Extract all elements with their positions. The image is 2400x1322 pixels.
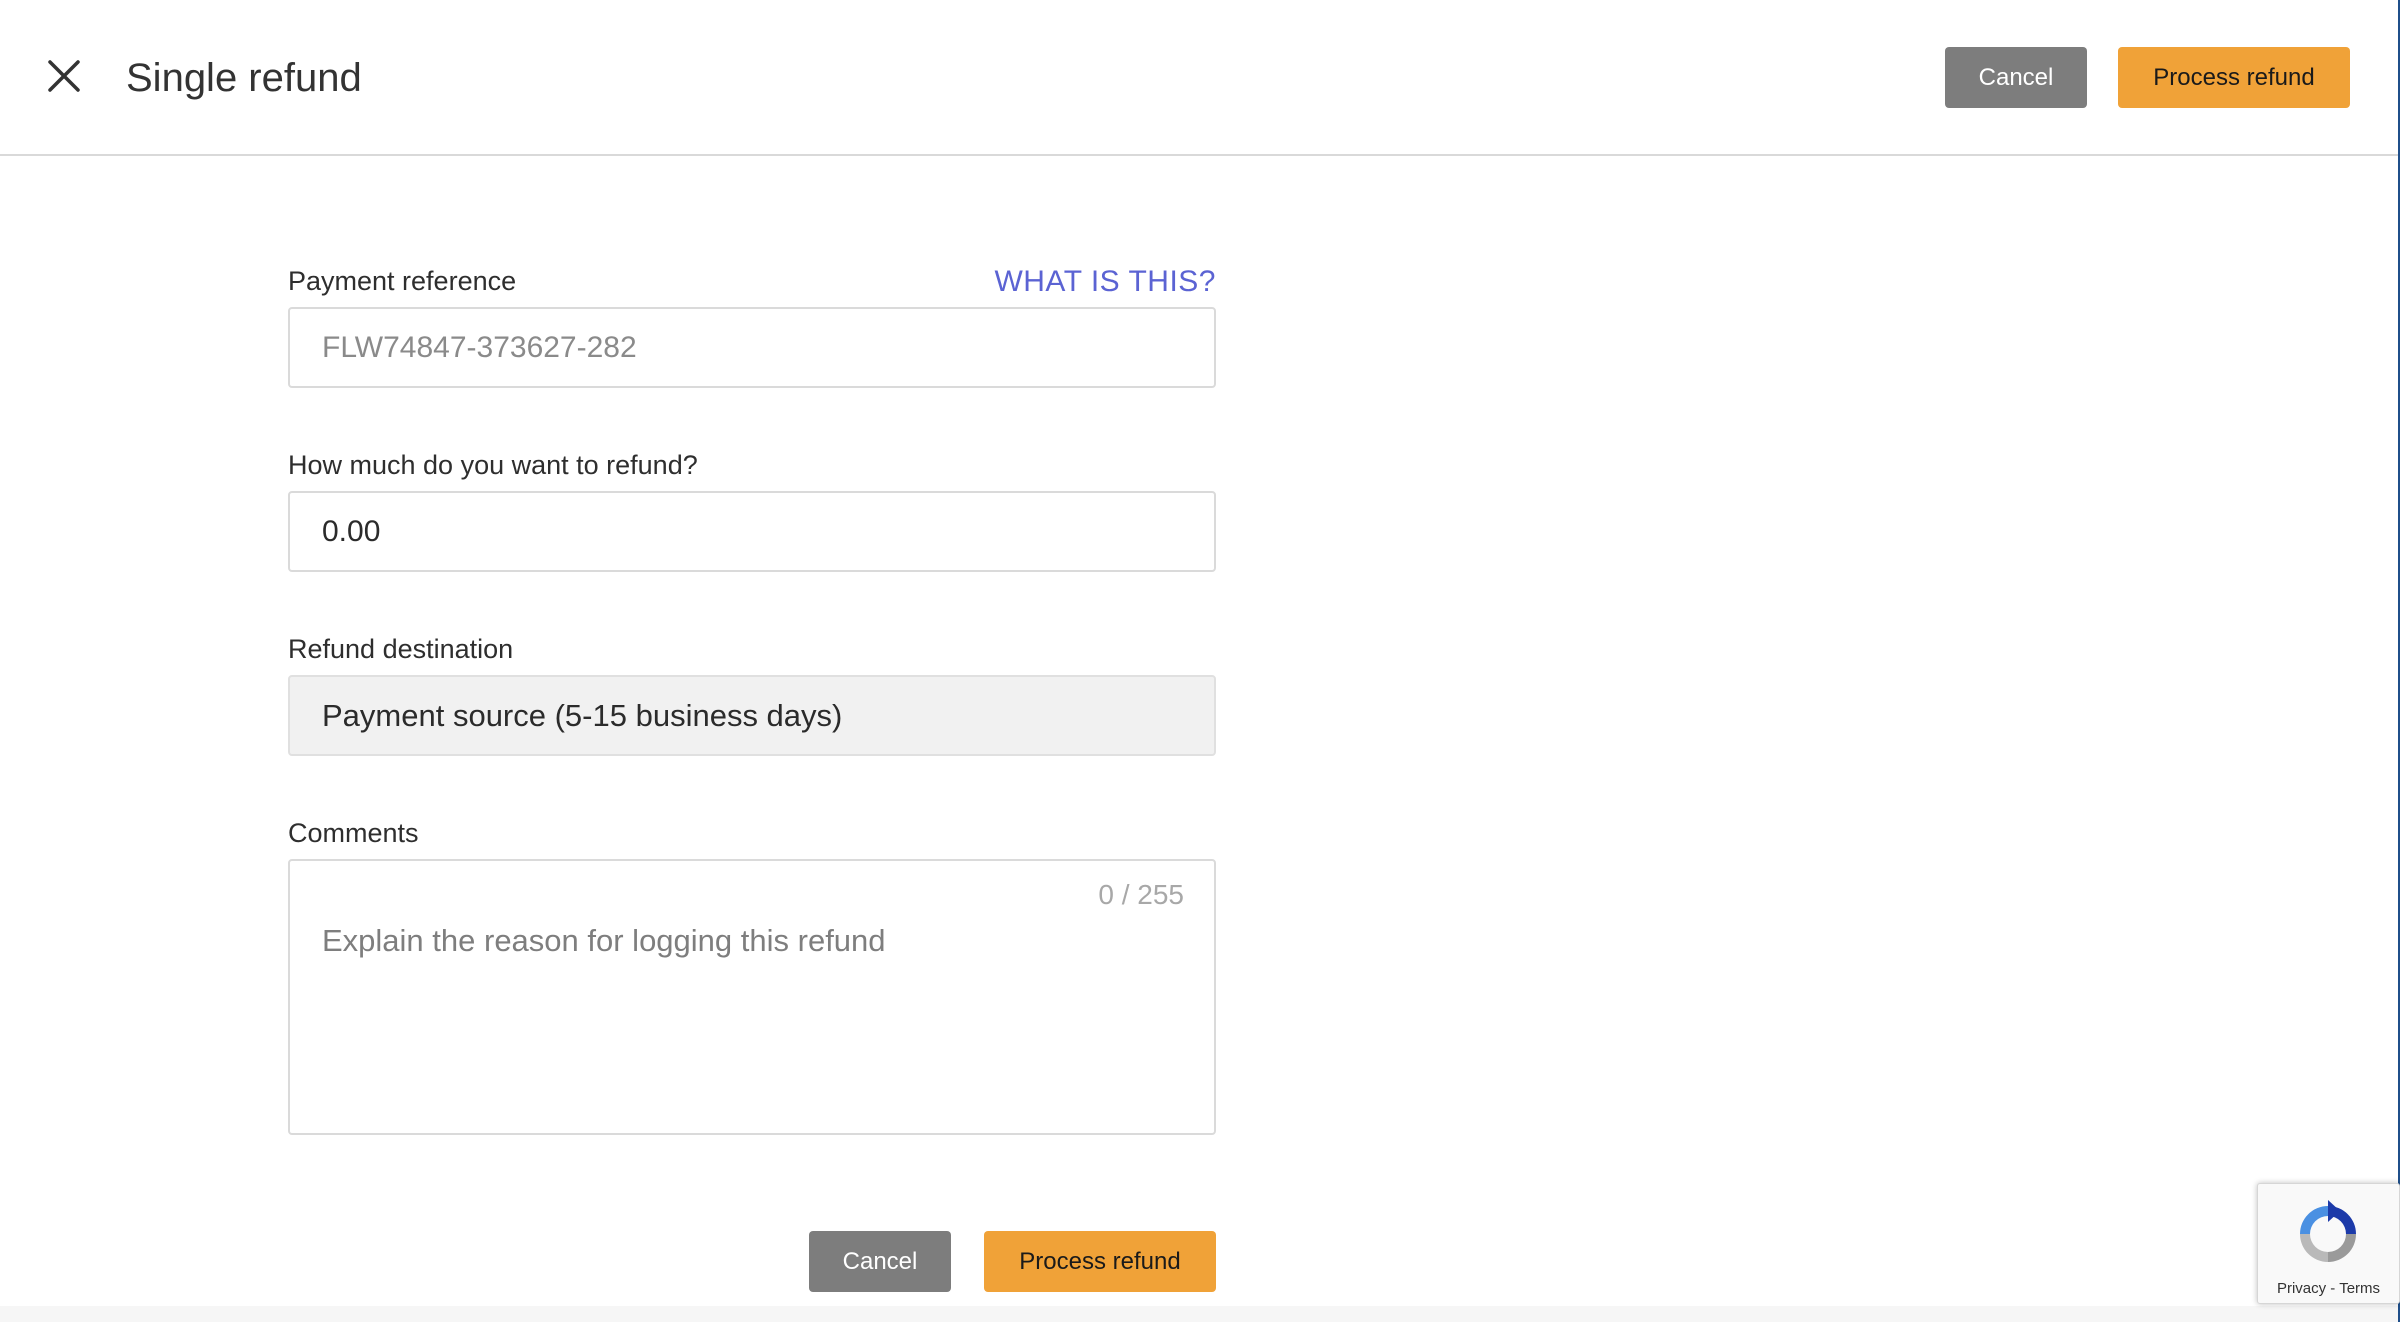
refund-destination-select[interactable]: Payment source (5-15 business days)	[288, 675, 1216, 756]
refund-destination-value: Payment source (5-15 business days)	[322, 697, 843, 733]
recaptcha-privacy-link[interactable]: Privacy	[2277, 1280, 2326, 1297]
refund-amount-input[interactable]	[290, 493, 1214, 570]
comments-textarea[interactable]	[290, 861, 1214, 1133]
recaptcha-badge[interactable]: Privacy - Terms	[2257, 1183, 2400, 1304]
header-cancel-button[interactable]: Cancel	[1945, 47, 2087, 108]
modal-header: Single refund Cancel Process refund	[0, 0, 2398, 156]
close-icon[interactable]	[44, 56, 84, 96]
recaptcha-separator: -	[2326, 1280, 2340, 1297]
comments-field: 0 / 255	[288, 859, 1216, 1135]
refund-destination-label: Refund destination	[288, 634, 514, 664]
refund-amount-field	[288, 491, 1216, 572]
what-is-this-link[interactable]: WHAT IS THIS?	[994, 262, 1216, 302]
recaptcha-terms-link[interactable]: Terms	[2339, 1280, 2380, 1297]
bottom-edge	[0, 1306, 2398, 1322]
footer-cancel-button[interactable]: Cancel	[809, 1231, 951, 1292]
payment-reference-input[interactable]	[290, 309, 1214, 386]
recaptcha-icon	[2290, 1198, 2366, 1270]
comments-label: Comments	[288, 818, 419, 848]
payment-reference-field	[288, 307, 1216, 388]
recaptcha-links: Privacy - Terms	[2258, 1280, 2399, 1297]
refund-amount-label: How much do you want to refund?	[288, 450, 698, 480]
payment-reference-label: Payment reference	[288, 266, 517, 296]
footer-process-refund-button[interactable]: Process refund	[984, 1231, 1216, 1292]
header-process-refund-button[interactable]: Process refund	[2118, 47, 2350, 108]
page-title: Single refund	[126, 56, 362, 100]
